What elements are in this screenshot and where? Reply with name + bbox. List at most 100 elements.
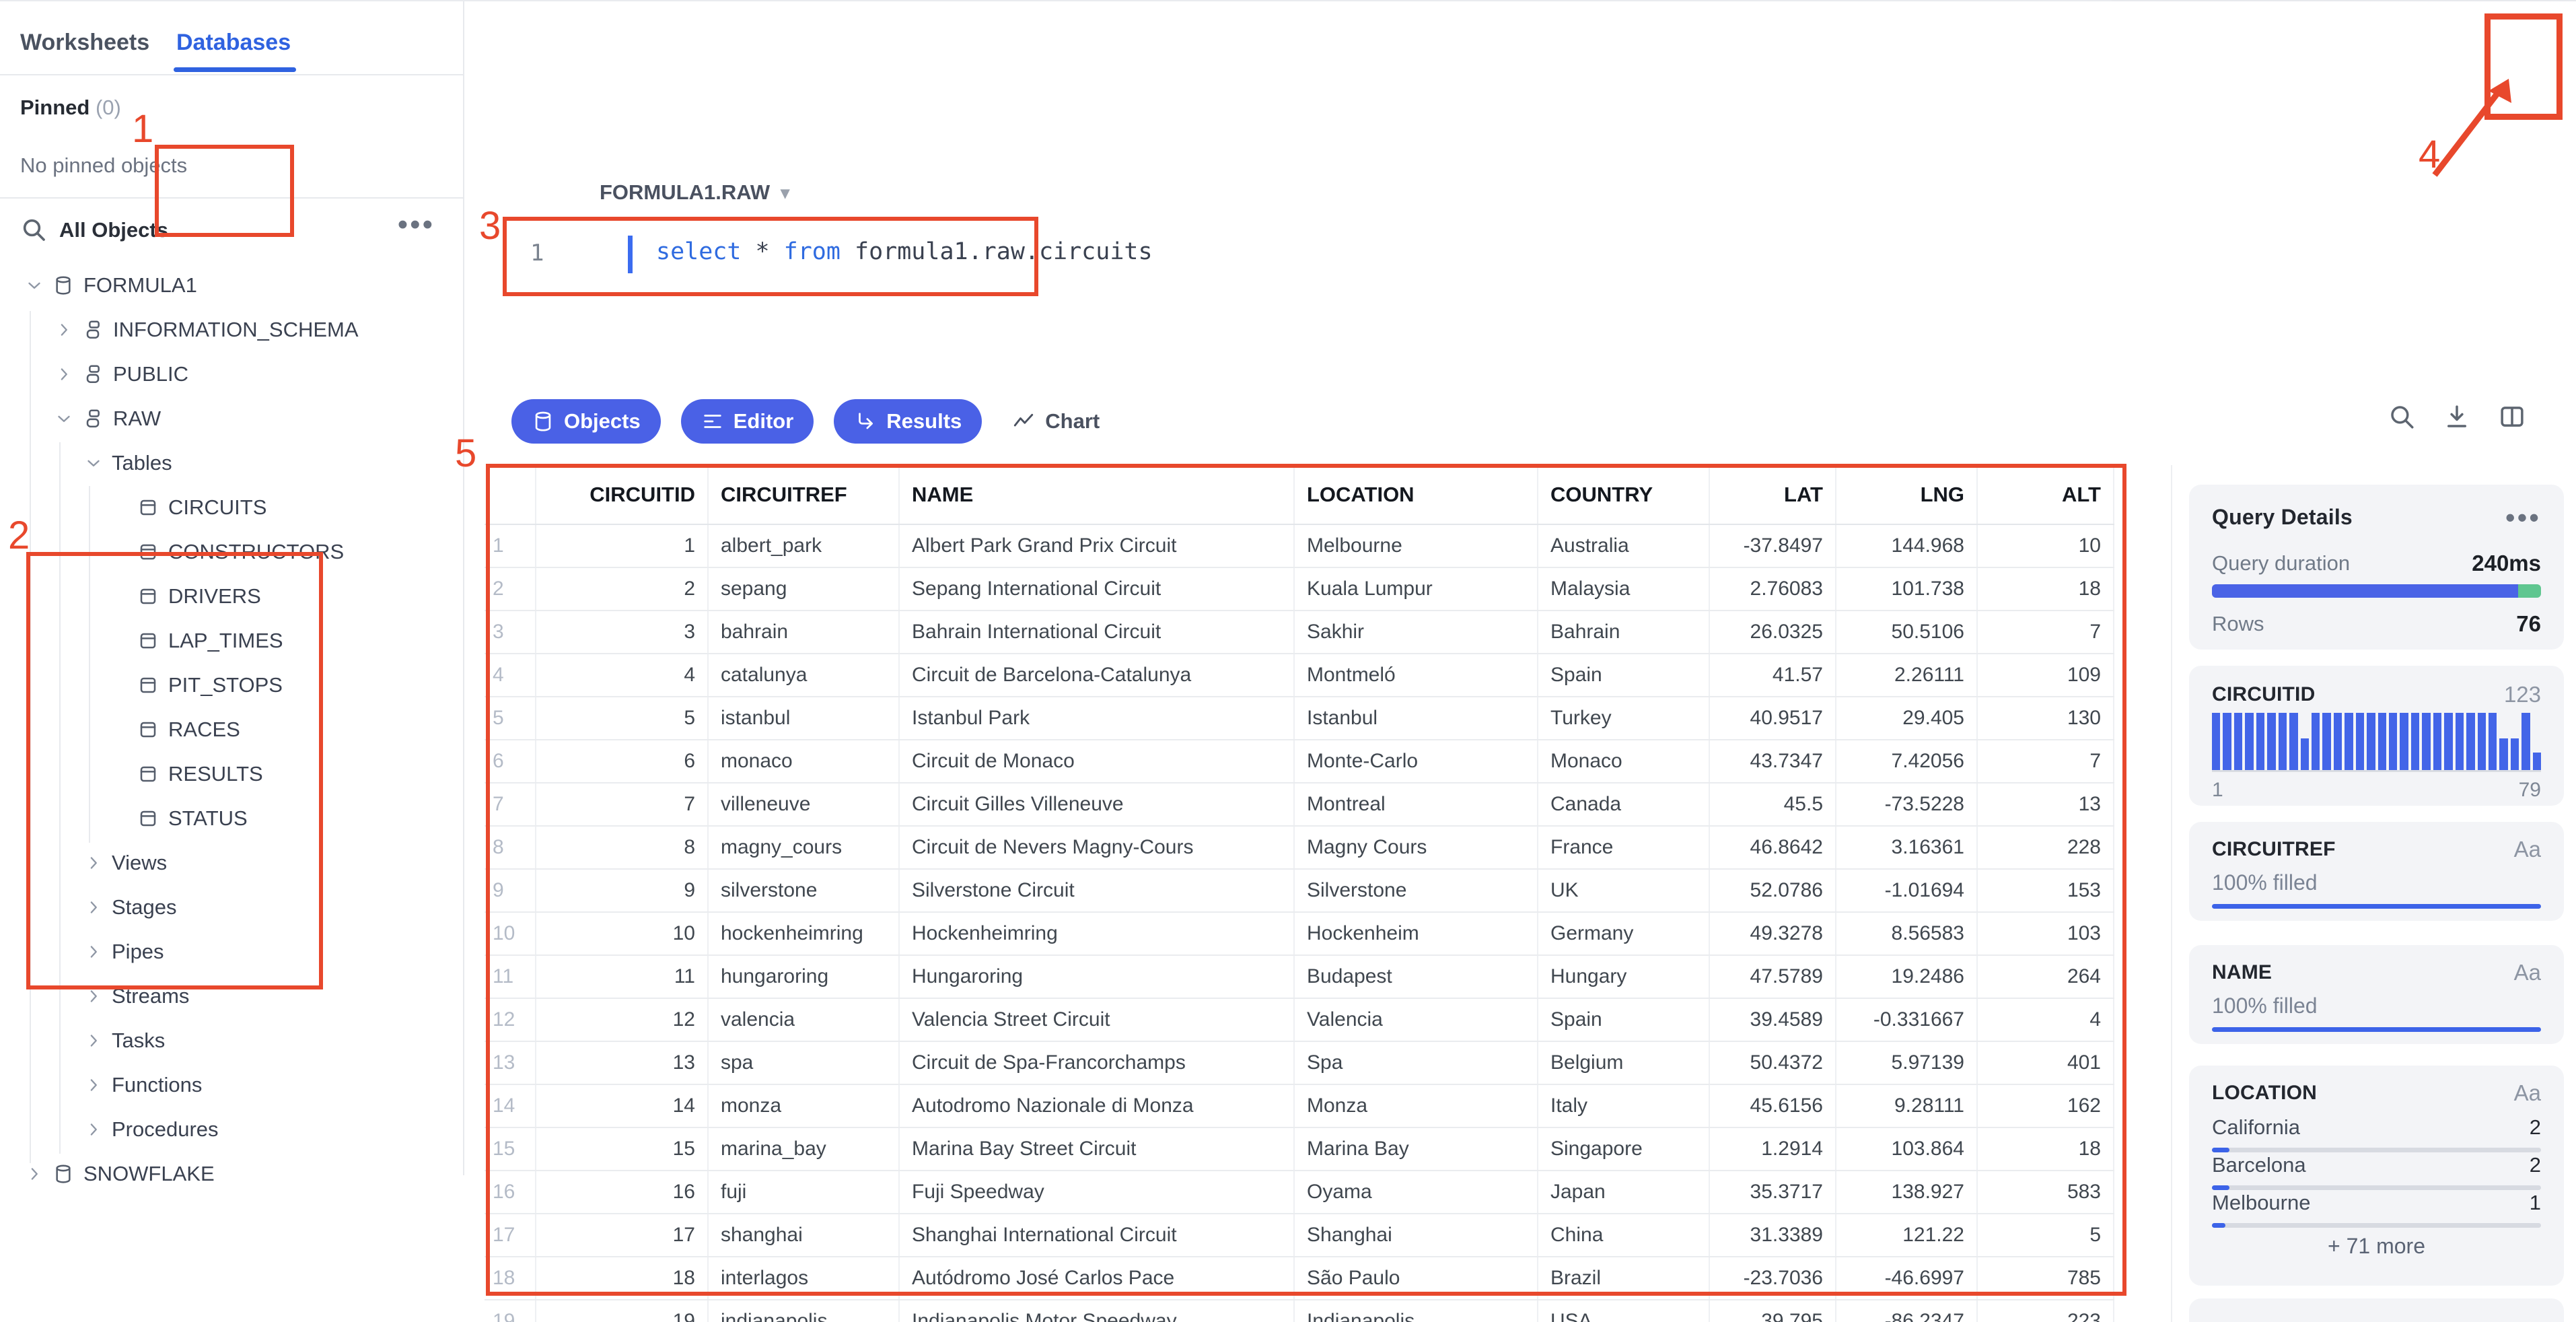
tree-item-races[interactable]: RACES	[0, 707, 464, 752]
table-cell[interactable]: spa	[708, 1041, 900, 1085]
table-cell[interactable]: 101.738	[1836, 567, 1978, 611]
table-cell[interactable]: 45.6156	[1709, 1084, 1836, 1128]
table-cell[interactable]: Turkey	[1538, 697, 1710, 740]
table-cell[interactable]: 121.22	[1836, 1214, 1978, 1257]
table-cell[interactable]: 103.864	[1836, 1127, 1978, 1171]
table-cell[interactable]: Indianapolis Motor Speedway	[899, 1300, 1295, 1322]
table-cell[interactable]: UK	[1538, 869, 1710, 913]
tab-worksheets[interactable]: Worksheets	[20, 30, 149, 56]
table-cell[interactable]: 31.3389	[1709, 1214, 1836, 1257]
table-cell[interactable]: Circuit de Barcelona-Catalunya	[899, 654, 1295, 697]
table-cell[interactable]: Circuit de Nevers Magny-Cours	[899, 826, 1295, 870]
table-cell[interactable]: Belgium	[1538, 1041, 1710, 1085]
table-cell[interactable]: Albert Park Grand Prix Circuit	[899, 524, 1295, 568]
table-cell[interactable]: Melbourne	[1294, 524, 1538, 568]
table-cell[interactable]: Spain	[1538, 654, 1710, 697]
table-cell[interactable]: 144.968	[1836, 524, 1978, 568]
tree-item-views[interactable]: Views	[0, 841, 464, 885]
table-cell[interactable]: 17	[536, 1214, 709, 1257]
table-cell[interactable]: 153	[1977, 869, 2114, 913]
table-cell[interactable]: bahrain	[708, 611, 900, 654]
table-cell[interactable]: 49.3278	[1709, 912, 1836, 956]
table-cell[interactable]: São Paulo	[1294, 1257, 1538, 1300]
table-cell[interactable]: 3.16361	[1836, 826, 1978, 870]
column-header-lng[interactable]: LNG	[1836, 465, 1978, 525]
table-cell[interactable]: hungaroring	[708, 955, 900, 999]
table-cell[interactable]: China	[1538, 1214, 1710, 1257]
table-cell[interactable]: 162	[1977, 1084, 2114, 1128]
table-row[interactable]: 16 16 fuji Fuji Speedway Oyama Japan 35.3717 13…	[485, 1171, 2114, 1214]
objects-view-button[interactable]: Objects	[511, 399, 661, 444]
row-number-cell[interactable]: 11	[485, 955, 536, 999]
table-cell[interactable]: Valencia	[1294, 998, 1538, 1042]
table-cell[interactable]: 26.0325	[1709, 611, 1836, 654]
chevron-right-icon[interactable]	[83, 1075, 104, 1095]
table-cell[interactable]: 18	[536, 1257, 709, 1300]
table-cell[interactable]: France	[1538, 826, 1710, 870]
row-number-cell[interactable]: 16	[485, 1171, 536, 1214]
chevron-right-icon[interactable]	[83, 1031, 104, 1051]
more-options-icon[interactable]: •••	[398, 208, 435, 242]
table-cell[interactable]: Autódromo José Carlos Pace	[899, 1257, 1295, 1300]
chevron-right-icon[interactable]	[83, 897, 104, 917]
show-more-values[interactable]: + 71 more	[2189, 1234, 2564, 1259]
column-header-lat[interactable]: LAT	[1709, 465, 1836, 525]
table-cell[interactable]: Istanbul Park	[899, 697, 1295, 740]
table-cell[interactable]: 8.56583	[1836, 912, 1978, 956]
table-cell[interactable]: 8	[536, 826, 709, 870]
object-search[interactable]: All Objects •••	[0, 207, 464, 254]
table-cell[interactable]: 2.26111	[1836, 654, 1978, 697]
row-number-cell[interactable]: 2	[485, 567, 536, 611]
table-cell[interactable]: 46.8642	[1709, 826, 1836, 870]
table-cell[interactable]: Oyama	[1294, 1171, 1538, 1214]
table-cell[interactable]: valencia	[708, 998, 900, 1042]
table-cell[interactable]: 130	[1977, 697, 2114, 740]
table-cell[interactable]: 13	[536, 1041, 709, 1085]
tree-item-functions[interactable]: Functions	[0, 1063, 464, 1107]
table-row[interactable]: 10 10 hockenheimring Hockenheimring Hockenhe…	[485, 912, 2114, 956]
column-header-location[interactable]: LOCATION	[1294, 465, 1538, 525]
table-cell[interactable]: Montreal	[1294, 783, 1538, 827]
table-cell[interactable]: 35.3717	[1709, 1171, 1836, 1214]
table-cell[interactable]: Magny Cours	[1294, 826, 1538, 870]
table-cell[interactable]: 5	[536, 697, 709, 740]
chevron-right-icon[interactable]	[54, 320, 74, 340]
more-options-icon[interactable]: •••	[2505, 503, 2541, 531]
column-header-name[interactable]: NAME	[899, 465, 1295, 525]
tree-item-drivers[interactable]: DRIVERS	[0, 574, 464, 619]
table-cell[interactable]: Sakhir	[1294, 611, 1538, 654]
table-row[interactable]: 9 9 silverstone Silverstone Circuit Silverst…	[485, 869, 2114, 913]
table-cell[interactable]: 7	[1977, 740, 2114, 784]
table-cell[interactable]: catalunya	[708, 654, 900, 697]
table-cell[interactable]: 785	[1977, 1257, 2114, 1300]
table-cell[interactable]: 264	[1977, 955, 2114, 999]
table-cell[interactable]: Marina Bay Street Circuit	[899, 1127, 1295, 1171]
table-cell[interactable]: Hungary	[1538, 955, 1710, 999]
column-header-country[interactable]: COUNTRY	[1538, 465, 1710, 525]
table-cell[interactable]: -0.331667	[1836, 998, 1978, 1042]
row-number-cell[interactable]: 8	[485, 826, 536, 870]
row-number-cell[interactable]: 15	[485, 1127, 536, 1171]
row-number-cell[interactable]: 10	[485, 912, 536, 956]
table-cell[interactable]: Marina Bay	[1294, 1127, 1538, 1171]
table-cell[interactable]: Australia	[1538, 524, 1710, 568]
tree-item-formula1[interactable]: FORMULA1	[0, 263, 464, 308]
table-cell[interactable]: 228	[1977, 826, 2114, 870]
table-cell[interactable]: Brazil	[1538, 1257, 1710, 1300]
table-cell[interactable]: 41.57	[1709, 654, 1836, 697]
table-cell[interactable]: USA	[1538, 1300, 1710, 1322]
editor-view-button[interactable]: Editor	[680, 399, 814, 444]
table-cell[interactable]: Valencia Street Circuit	[899, 998, 1295, 1042]
tree-item-streams[interactable]: Streams	[0, 974, 464, 1018]
table-row[interactable]: 4 4 catalunya Circuit de Barcelona-Cataluny…	[485, 654, 2114, 697]
table-cell[interactable]: Istanbul	[1294, 697, 1538, 740]
table-cell[interactable]: 4	[1977, 998, 2114, 1042]
table-cell[interactable]: Japan	[1538, 1171, 1710, 1214]
row-number-cell[interactable]: 12	[485, 998, 536, 1042]
table-cell[interactable]: magny_cours	[708, 826, 900, 870]
table-cell[interactable]: 7.42056	[1836, 740, 1978, 784]
table-cell[interactable]: 13	[1977, 783, 2114, 827]
table-cell[interactable]: 18	[1977, 567, 2114, 611]
table-cell[interactable]: 3	[536, 611, 709, 654]
table-row[interactable]: 19 19 indianapolis Indianapolis Motor Speed…	[485, 1300, 2114, 1322]
